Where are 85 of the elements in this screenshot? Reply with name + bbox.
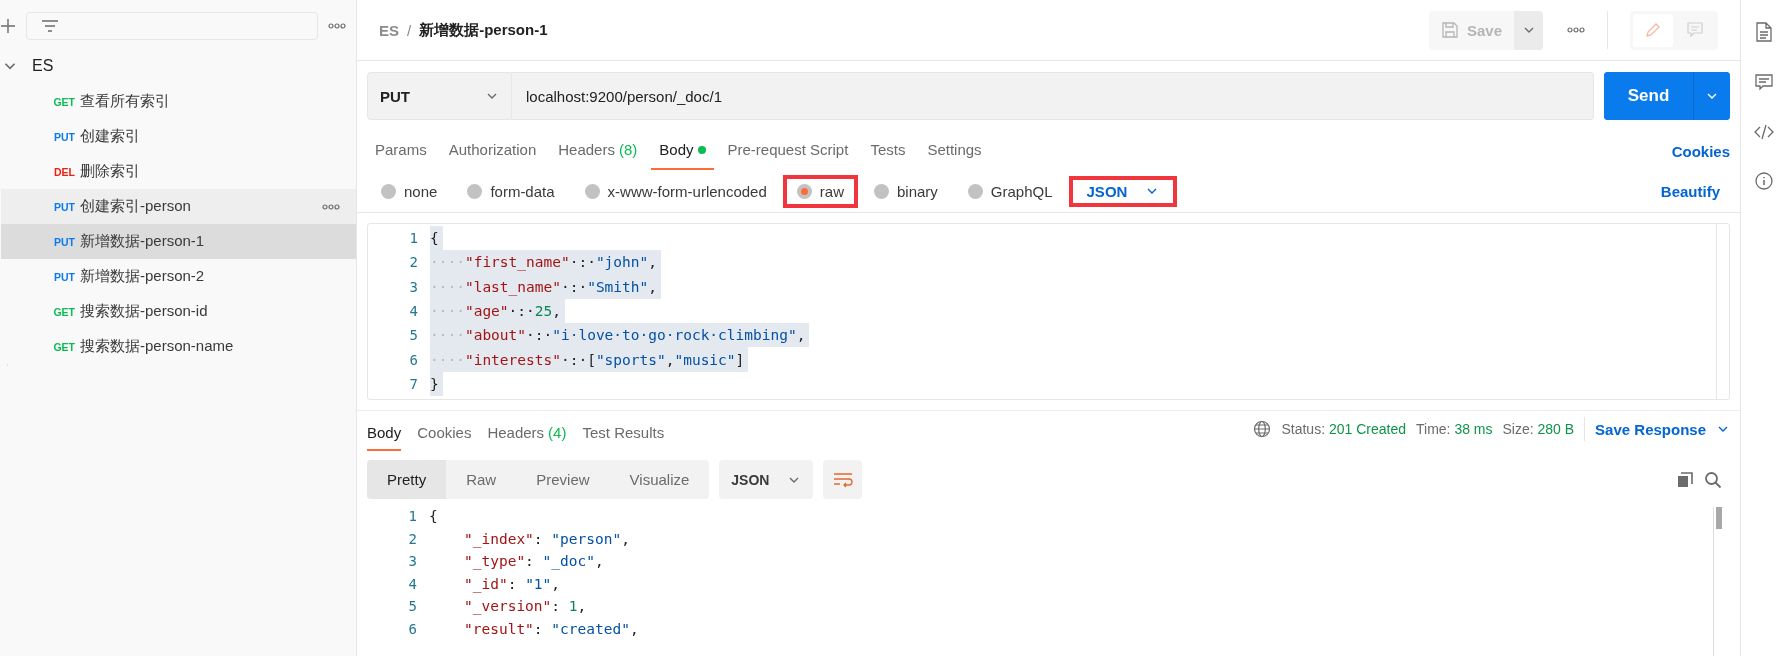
- more-button[interactable]: [328, 23, 346, 29]
- save-icon: [1440, 21, 1459, 39]
- more-icon: [1567, 27, 1585, 33]
- breadcrumb-separator: /: [407, 21, 412, 39]
- send-button[interactable]: Send: [1604, 72, 1694, 120]
- request-tab[interactable]: Params: [367, 141, 435, 170]
- language-select[interactable]: JSON: [1068, 175, 1178, 207]
- collection-item[interactable]: ES: [0, 48, 356, 84]
- line-number: 4: [407, 575, 417, 592]
- document-icon[interactable]: [1755, 22, 1772, 42]
- radio-icon: [467, 183, 483, 199]
- request-title: 新增数据-person-1: [419, 20, 548, 40]
- save-response-button[interactable]: Save Response: [1595, 420, 1730, 438]
- response-stat: Size: 280 B: [1502, 421, 1575, 437]
- radio-icon: [796, 183, 812, 199]
- more-button[interactable]: [1567, 27, 1585, 33]
- comment-icon[interactable]: [1754, 74, 1773, 92]
- request-tab[interactable]: Body: [651, 141, 714, 170]
- body-type-option[interactable]: none: [367, 174, 452, 208]
- response-stat: Status: 201 Created: [1281, 421, 1406, 437]
- url-field[interactable]: localhost:9200/person/_doc/1: [512, 72, 1594, 120]
- pencil-icon: [1644, 21, 1662, 39]
- line-number: 5: [408, 327, 418, 344]
- radio-icon: [873, 183, 889, 199]
- request-item[interactable]: PUT 创建索引-person: [1, 189, 356, 224]
- format-select[interactable]: JSON: [719, 460, 814, 499]
- line-number: 1: [407, 508, 417, 525]
- search-icon[interactable]: [1704, 470, 1722, 489]
- wrap-icon: [832, 471, 853, 488]
- comment-icon: [1686, 21, 1704, 39]
- body-type-option[interactable]: x-www-form-urlencoded: [570, 174, 781, 208]
- code-line: "_type": "_doc",: [464, 552, 605, 572]
- more-button[interactable]: [322, 203, 340, 210]
- view-tab[interactable]: Pretty: [367, 460, 447, 499]
- radio-icon: [584, 183, 600, 199]
- body-type-option[interactable]: binary: [859, 174, 952, 208]
- cookies-link[interactable]: Cookies: [1671, 143, 1730, 170]
- code-line: {: [429, 507, 439, 527]
- add-icon[interactable]: [0, 18, 16, 34]
- response-stat: Time: 38 ms: [1416, 421, 1493, 437]
- line-number: 6: [408, 351, 418, 368]
- body-type-option[interactable]: form-data: [453, 174, 569, 208]
- beautify-link[interactable]: Beautify: [1660, 182, 1730, 200]
- response-tab[interactable]: Cookies: [417, 424, 472, 451]
- more-icon: [322, 203, 340, 210]
- view-tab[interactable]: Raw: [446, 460, 517, 499]
- line-number: 7: [408, 375, 418, 392]
- request-item[interactable]: PUT 新增数据-person-1: [1, 224, 356, 259]
- line-number: 1: [408, 230, 418, 247]
- code-line: "result": "created",: [464, 619, 640, 639]
- method-select[interactable]: PUT: [367, 72, 512, 120]
- body-type-option[interactable]: raw: [782, 174, 858, 208]
- line-number: 3: [408, 278, 418, 295]
- request-tab[interactable]: Authorization: [440, 141, 545, 170]
- line-number: 4: [408, 303, 418, 320]
- radio-icon: [967, 183, 983, 199]
- request-tab[interactable]: Headers (8): [550, 141, 646, 170]
- code-icon[interactable]: [1753, 124, 1774, 140]
- view-tab[interactable]: Visualize: [609, 460, 710, 499]
- response-tab[interactable]: Test Results: [582, 424, 665, 451]
- line-number: 6: [407, 620, 417, 637]
- scrollbar-thumb[interactable]: [1716, 507, 1722, 529]
- response-tab[interactable]: Headers (4): [487, 424, 567, 451]
- wrap-lines-button[interactable]: [823, 460, 863, 499]
- code-line: "_version": 1,: [464, 597, 588, 617]
- info-icon[interactable]: [1754, 172, 1773, 190]
- copy-icon[interactable]: [1676, 470, 1694, 489]
- filter-icon: [41, 19, 59, 33]
- request-tab[interactable]: Tests: [862, 141, 914, 170]
- globe-icon: [1253, 420, 1272, 438]
- response-tab[interactable]: Body: [367, 424, 402, 451]
- request-tab[interactable]: Pre-request Script: [719, 141, 857, 170]
- body-type-option[interactable]: GraphQL: [953, 174, 1067, 208]
- code-line: "_index": "person",: [464, 529, 631, 550]
- line-number: 3: [407, 553, 417, 570]
- more-icon: [328, 23, 346, 29]
- line-number: 5: [407, 598, 417, 615]
- code-line: "_id": "1",: [464, 574, 562, 595]
- filter-field[interactable]: [26, 12, 318, 40]
- view-tab[interactable]: Preview: [516, 460, 610, 499]
- code-editor[interactable]: 1 { 2 ····"first_name"·:·"john", 3 ····"last_name"·:·"Smith", 4 ····"age"·:·25, 5 ····"about"·:·"i·love·to·go·rock·climbing", 6 ····"interests"·:·["sports","music"] 7 }: [367, 223, 1730, 400]
- radio-icon: [381, 183, 396, 199]
- line-number: 2: [408, 254, 418, 271]
- line-number: 2: [407, 530, 417, 547]
- request-tab[interactable]: Settings: [919, 141, 990, 170]
